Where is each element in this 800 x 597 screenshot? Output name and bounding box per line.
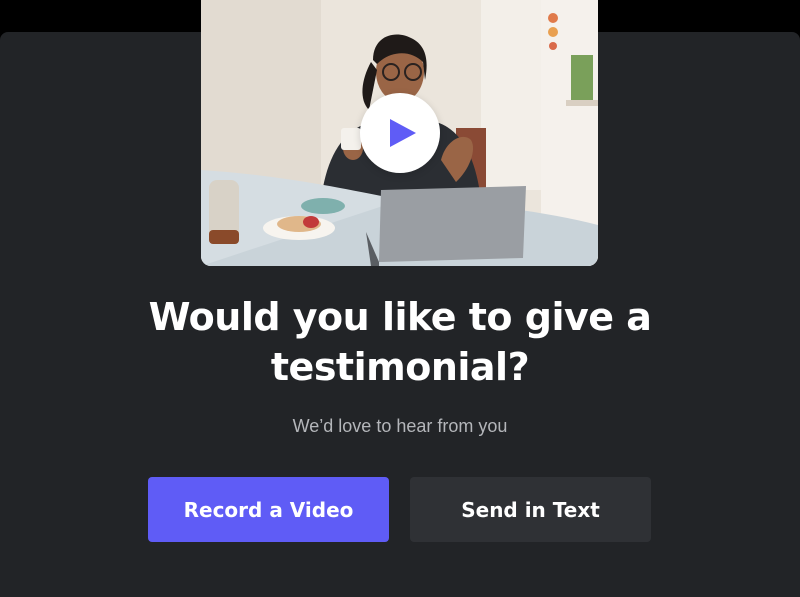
title-line-1: Would you like to give a [148, 295, 652, 339]
subtitle: We’d love to hear from you [292, 416, 508, 436]
title-line-2: testimonial? [270, 345, 530, 389]
testimonial-widget: Would you like to give a testimonial? We… [0, 0, 800, 597]
page-title: Would you like to give a testimonial? [100, 292, 700, 392]
send-text-button[interactable]: Send in Text [410, 477, 651, 542]
video-thumbnail[interactable] [201, 0, 598, 266]
play-icon [389, 119, 416, 147]
record-video-button[interactable]: Record a Video [148, 477, 389, 542]
play-button[interactable] [360, 93, 440, 173]
